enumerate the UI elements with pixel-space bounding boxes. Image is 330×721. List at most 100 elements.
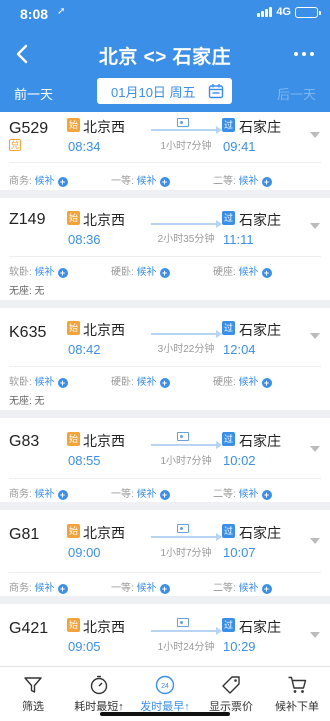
pass-tag: 过 — [222, 432, 235, 446]
more-icon[interactable] — [288, 38, 320, 70]
train-number: Z149 — [9, 211, 46, 228]
seat-second[interactable]: 二等: 候补 + — [213, 172, 272, 187]
arrival-time: 10:07 — [223, 545, 256, 560]
id-card-icon — [177, 524, 189, 533]
train-card[interactable]: G421 始 北京西 09:05 1小时24分钟 过 石家庄 10:29 — [0, 604, 330, 666]
seat-first[interactable]: 一等: 候补 + — [111, 485, 170, 500]
departure-time: 08:36 — [68, 232, 101, 247]
home-indicator — [100, 712, 230, 716]
seat-second[interactable]: 二等: 候补 + — [213, 485, 272, 500]
seat-hard-sleeper[interactable]: 硬卧: 候补 + — [111, 373, 170, 388]
filter-icon — [24, 677, 42, 693]
origin-tag: 始 — [67, 321, 80, 335]
seat-hard-sleeper[interactable]: 硬卧: 候补 + — [111, 263, 170, 278]
plus-icon: + — [57, 378, 68, 388]
arrow-icon — [151, 126, 222, 134]
arrival-time: 10:02 — [223, 453, 256, 468]
price-tag-icon — [222, 676, 240, 694]
departure-station: 北京西 — [83, 322, 125, 338]
duration: 2小时35分钟 — [157, 234, 215, 245]
duration: 1小时7分钟 — [160, 141, 212, 152]
next-day-button[interactable]: 后一天 — [277, 84, 316, 103]
pass-tag: 过 — [222, 211, 235, 225]
origin-tag: 始 — [67, 118, 80, 132]
plus-icon: + — [261, 177, 272, 187]
train-number: G421 — [9, 620, 49, 637]
header: 8:08 ➚ 4G 北京 <> 石家庄 前一天 01月10日 周五 后一天 — [0, 0, 330, 112]
divider — [9, 478, 321, 479]
divider — [9, 162, 321, 163]
date-label: 01月10日 周五 — [111, 84, 196, 100]
divider — [9, 256, 321, 257]
arrow-icon — [151, 441, 222, 449]
train-card[interactable]: K635 始 北京西 08:42 3小时22分钟 过 石家庄 12:04 软卧:… — [0, 308, 330, 410]
id-card-icon — [177, 618, 189, 627]
prev-day-button[interactable]: 前一天 — [14, 84, 53, 103]
arrow-icon — [151, 220, 222, 228]
location-arrow-icon: ➚ — [57, 6, 66, 17]
clock-24-icon: 24 — [155, 675, 175, 695]
no-seat-info: 无座: 无 — [9, 396, 45, 407]
plus-icon: + — [159, 268, 170, 278]
plus-icon: + — [159, 490, 170, 500]
seat-soft-sleeper[interactable]: 软卧: 候补 + — [9, 263, 68, 278]
train-number: K635 — [9, 324, 47, 341]
tab-filter[interactable]: 筛选 — [0, 667, 66, 721]
pass-tag: 过 — [222, 524, 235, 538]
chevron-down-icon[interactable] — [310, 446, 320, 452]
plus-icon: + — [159, 177, 170, 187]
seat-first[interactable]: 一等: 候补 + — [111, 172, 170, 187]
arrow-icon — [151, 330, 222, 338]
timer-icon — [90, 675, 108, 695]
date-picker[interactable]: 01月10日 周五 — [97, 78, 232, 104]
train-card[interactable]: G529 兑 始 北京西 08:34 1小时7分钟 过 石家庄 09:41 商务… — [0, 112, 330, 190]
seat-business[interactable]: 商务: 候补 + — [9, 172, 68, 187]
divider — [9, 366, 321, 367]
train-number: G529 — [9, 120, 49, 137]
plus-icon: + — [57, 490, 68, 500]
departure-station: 北京西 — [83, 619, 125, 635]
duration: 1小时7分钟 — [160, 456, 212, 467]
plus-icon: + — [261, 490, 272, 500]
arrow-icon — [151, 627, 222, 635]
origin-tag: 始 — [67, 524, 80, 538]
train-card[interactable]: G81 始 北京西 09:00 1小时7分钟 过 石家庄 10:07 商务: 候… — [0, 510, 330, 596]
id-card-icon — [177, 432, 189, 441]
cart-icon — [288, 676, 307, 693]
duration: 1小时7分钟 — [160, 548, 212, 559]
departure-station: 北京西 — [83, 525, 125, 541]
departure-time: 08:34 — [68, 139, 101, 154]
seat-business[interactable]: 商务: 候补 + — [9, 579, 68, 594]
chevron-down-icon[interactable] — [310, 333, 320, 339]
tab-waitlist-order[interactable]: 候补下单 — [264, 667, 330, 721]
signal-icon — [257, 7, 273, 17]
no-seat-info: 无座: 无 — [9, 286, 45, 297]
arrival-station: 石家庄 — [239, 119, 281, 135]
seat-first[interactable]: 一等: 候补 + — [111, 579, 170, 594]
train-number: G83 — [9, 433, 40, 450]
arrival-time: 12:04 — [223, 342, 256, 357]
arrival-time: 09:41 — [223, 139, 256, 154]
train-card[interactable]: G83 始 北京西 08:55 1小时7分钟 过 石家庄 10:02 商务: 候… — [0, 418, 330, 502]
pass-tag: 过 — [222, 321, 235, 335]
departure-station: 北京西 — [83, 212, 125, 228]
arrival-station: 石家庄 — [239, 433, 281, 449]
seat-soft-sleeper[interactable]: 软卧: 候补 + — [9, 373, 68, 388]
chevron-down-icon[interactable] — [310, 132, 320, 138]
seat-hard-seat[interactable]: 硬座: 候补 + — [213, 263, 272, 278]
seat-hard-seat[interactable]: 硬座: 候补 + — [213, 373, 272, 388]
chevron-down-icon[interactable] — [310, 632, 320, 638]
tab-label: 候补下单 — [275, 701, 319, 713]
page-title: 北京 <> 石家庄 — [98, 47, 232, 68]
departure-time: 09:00 — [68, 545, 101, 560]
pass-tag: 过 — [222, 118, 235, 132]
train-card[interactable]: Z149 始 北京西 08:36 2小时35分钟 过 石家庄 11:11 软卧:… — [0, 198, 330, 300]
chevron-down-icon[interactable] — [310, 538, 320, 544]
plus-icon: + — [57, 177, 68, 187]
seat-second[interactable]: 二等: 候补 + — [213, 579, 272, 594]
seat-business[interactable]: 商务: 候补 + — [9, 485, 68, 500]
chevron-down-icon[interactable] — [310, 223, 320, 229]
arrival-station: 石家庄 — [239, 212, 281, 228]
exchange-badge: 兑 — [9, 139, 21, 151]
train-list: G529 兑 始 北京西 08:34 1小时7分钟 过 石家庄 09:41 商务… — [0, 112, 330, 666]
